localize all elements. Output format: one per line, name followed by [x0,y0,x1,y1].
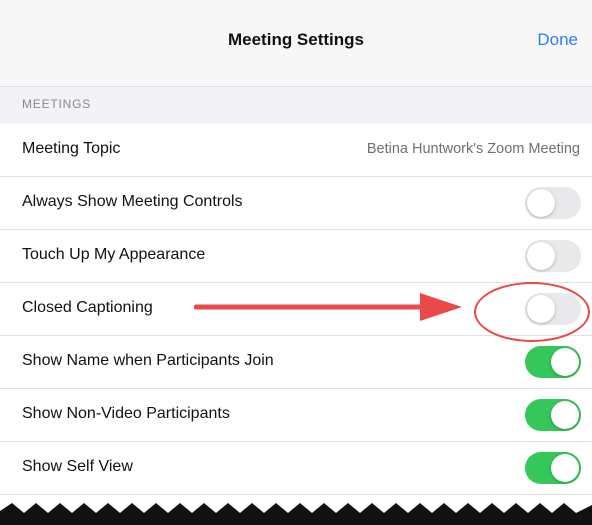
toggle-knob [551,348,579,376]
done-button[interactable]: Done [537,30,578,50]
section-header-meetings: MEETINGS [0,86,592,125]
arrow-right-icon [194,293,462,321]
show-self-view-toggle[interactable] [525,452,581,484]
always-show-meeting-controls-toggle[interactable] [525,187,581,219]
toggle-knob [551,454,579,482]
torn-edge-decoration [0,503,592,525]
closed-captioning-label: Closed Captioning [22,299,153,316]
section-title: MEETINGS [22,97,92,111]
meeting-topic-row[interactable]: Meeting Topic Betina Huntwork's Zoom Mee… [0,124,592,177]
toggle-knob [527,189,555,217]
show-non-video-participants-row: Show Non-Video Participants [0,389,592,442]
page-title: Meeting Settings [227,30,364,49]
touch-up-my-appearance-label: Touch Up My Appearance [22,246,206,263]
always-show-meeting-controls-label: Always Show Meeting Controls [22,193,243,210]
touch-up-my-appearance-toggle[interactable] [525,240,581,272]
show-self-view-row: Show Self View [0,442,592,495]
touch-up-my-appearance-row: Touch Up My Appearance [0,230,592,283]
ellipse-highlight [474,282,590,342]
meeting-topic-value: Betina Huntwork's Zoom Meeting [366,141,580,157]
show-non-video-participants-toggle[interactable] [525,399,581,431]
show-name-when-participants-join-label: Show Name when Participants Join [22,352,274,369]
show-name-when-participants-join-row: Show Name when Participants Join [0,336,592,389]
navigation-bar: Meeting Settings Done [0,0,592,86]
meeting-topic-label: Meeting Topic [22,140,121,157]
show-self-view-label: Show Self View [22,458,133,475]
show-name-when-participants-join-toggle[interactable] [525,346,581,378]
toggle-knob [527,242,555,270]
toggle-knob [551,401,579,429]
show-non-video-participants-label: Show Non-Video Participants [22,405,230,422]
always-show-meeting-controls-row: Always Show Meeting Controls [0,177,592,230]
